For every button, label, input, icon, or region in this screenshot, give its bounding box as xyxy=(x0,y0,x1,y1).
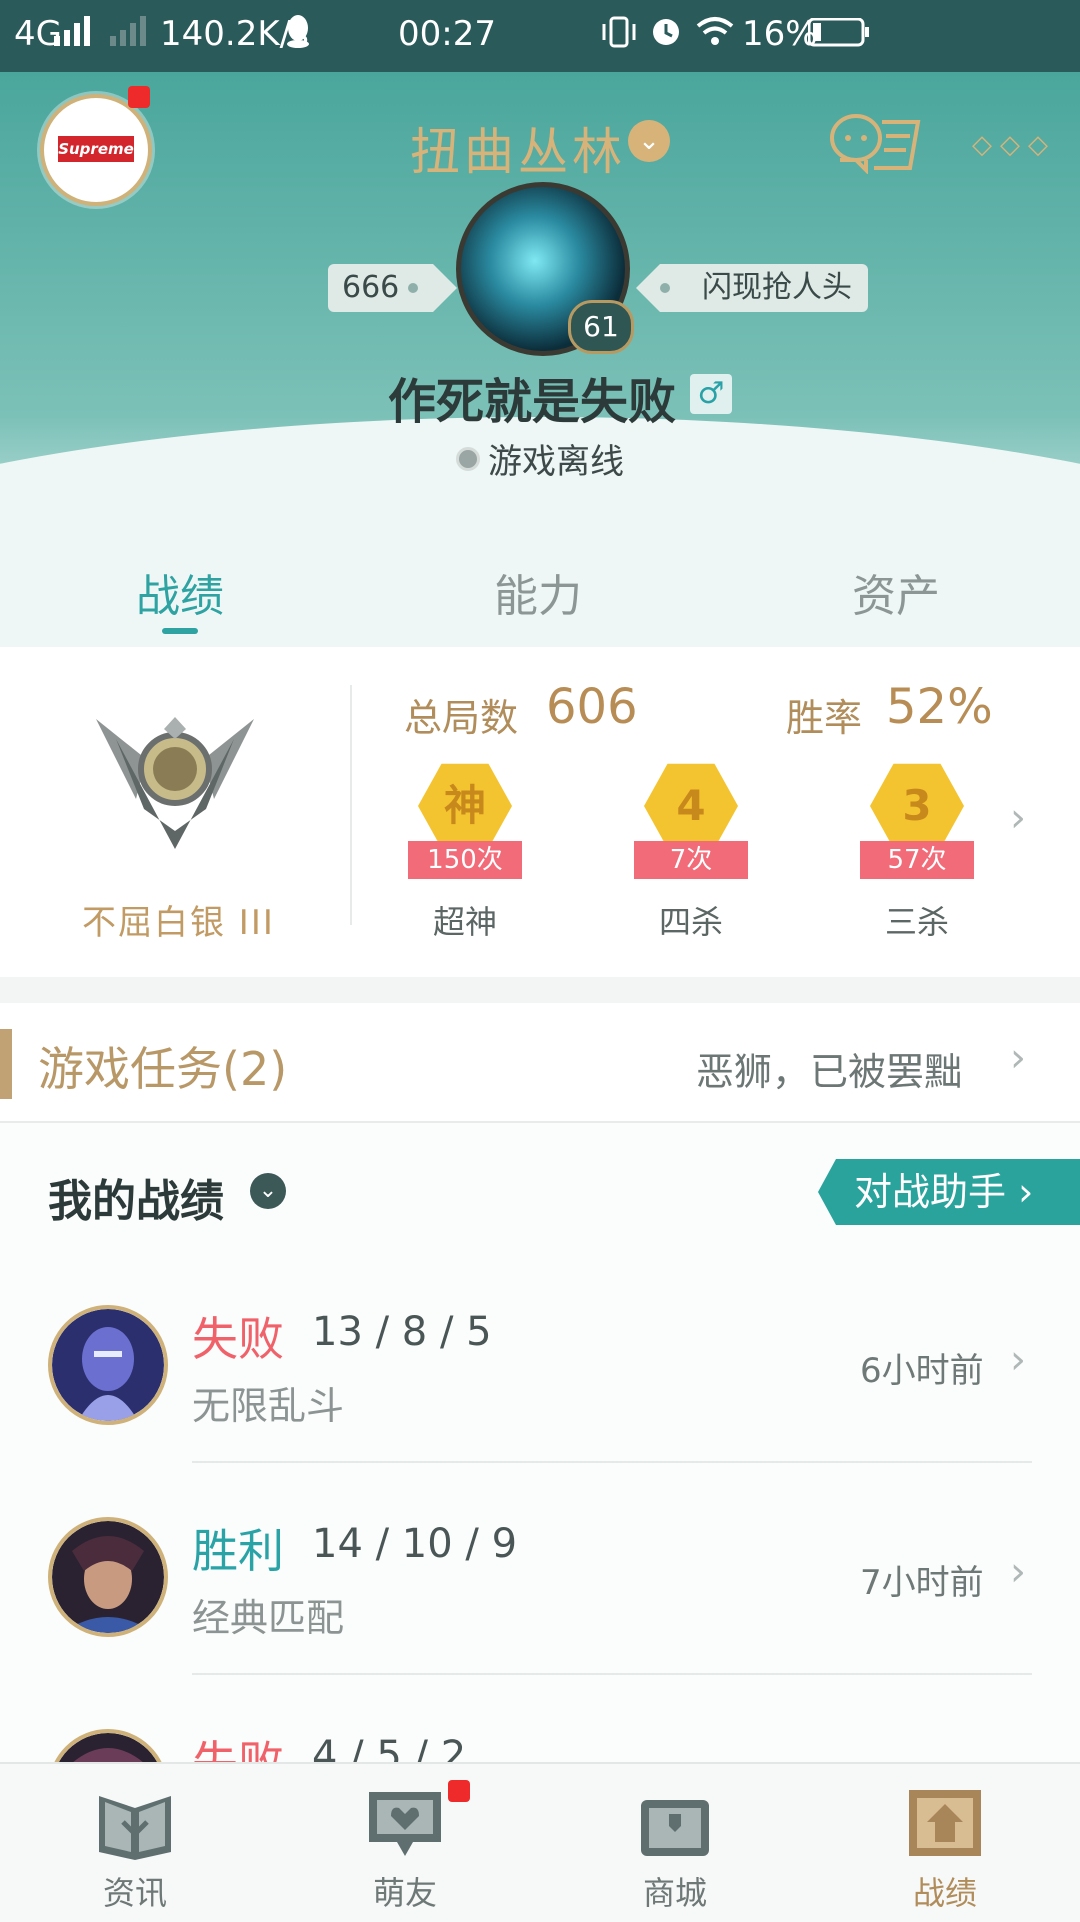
nav-news-label: 资讯 xyxy=(102,1874,167,1912)
stats-card[interactable]: 不屈白银 III 总局数 606 胜率 52% 神 150次 超神 4 7次 四… xyxy=(0,647,1080,977)
right-tag: 闪现抢人头 xyxy=(636,264,868,312)
achievement-count: 57次 xyxy=(860,841,974,879)
hero-avatar-icon xyxy=(48,1305,168,1425)
nav-records[interactable]: 战绩 xyxy=(810,1764,1080,1922)
active-tab-indicator xyxy=(162,628,198,634)
winrate-value: 52% xyxy=(886,679,993,735)
total-games-value: 606 xyxy=(546,679,638,735)
nav-store-label: 商城 xyxy=(642,1874,707,1912)
match-result: 胜利 xyxy=(192,1524,284,1578)
player-name: 作死就是失败 xyxy=(388,374,677,430)
achievement-count: 150次 xyxy=(408,841,522,879)
winrate-label: 胜率 xyxy=(786,696,863,740)
game-tasks-title: 游戏任务(2) xyxy=(38,1042,288,1096)
right-tag-dot xyxy=(660,283,670,293)
game-tasks-summary: 恶狮，已被罢黜 xyxy=(696,1050,963,1094)
nav-friends[interactable]: 萌友 xyxy=(270,1764,540,1922)
match-time: 6小时前 xyxy=(860,1351,984,1391)
left-tag-dot xyxy=(408,283,418,293)
achievement-quadra: 4 7次 四杀 xyxy=(616,759,766,949)
match-row[interactable]: 胜利 14 / 10 / 9 经典匹配 7小时前 › xyxy=(0,1465,1080,1675)
profile-tabs: 战绩 能力 资产 xyxy=(0,540,1080,645)
qq-icon xyxy=(287,15,309,48)
right-tag-text: 闪现抢人头 xyxy=(702,270,852,305)
match-mode: 经典匹配 xyxy=(192,1596,345,1640)
match-kda: 14 / 10 / 9 xyxy=(312,1521,518,1567)
match-chevron-right-icon: › xyxy=(1010,1337,1026,1383)
left-tag-text: 666 xyxy=(342,270,400,305)
nav-store[interactable]: 商城 xyxy=(540,1764,810,1922)
game-tasks-row[interactable]: 游戏任务(2) 恶狮，已被罢黜 › xyxy=(0,1003,1080,1123)
user-avatar[interactable]: Supreme xyxy=(40,94,152,206)
match-list: 失败 13 / 8 / 5 无限乱斗 6小时前 › 胜利 14 / 10 / 9… xyxy=(0,1253,1080,1763)
avatar-brand-text: Supreme xyxy=(58,136,134,162)
match-row[interactable]: 失败 13 / 8 / 5 无限乱斗 6小时前 › xyxy=(0,1253,1080,1463)
battle-assistant-button[interactable]: 对战助手 › xyxy=(818,1159,1080,1225)
godlike-badge-icon: 神 xyxy=(418,763,512,849)
tasks-chevron-right-icon: › xyxy=(1010,1035,1026,1081)
server-name[interactable]: 扭曲丛林 xyxy=(410,112,626,184)
match-mode: 无限乱斗 xyxy=(192,1384,345,1428)
stats-divider xyxy=(350,685,352,925)
nav-records-label: 战绩 xyxy=(912,1874,977,1912)
achievements-chevron-right-icon[interactable]: › xyxy=(1010,795,1026,841)
signal-2-icon xyxy=(110,16,146,46)
rank-name: 不屈白银 III xyxy=(82,903,275,943)
status-bar: 4G 140.2K/s 00:27 16% xyxy=(0,0,1080,72)
wifi-icon xyxy=(696,17,734,45)
my-records-header: 我的战绩 ⌄ 对战助手 › xyxy=(0,1123,1080,1253)
chat-message-icon[interactable] xyxy=(826,110,922,174)
hero-avatar-icon xyxy=(48,1517,168,1637)
total-games-label: 总局数 xyxy=(404,696,519,740)
match-kda: 13 / 8 / 5 xyxy=(312,1309,492,1355)
match-chevron-right-icon: › xyxy=(1010,1549,1026,1595)
nav-news[interactable]: 资讯 xyxy=(0,1764,270,1922)
match-kda: 4 / 5 / 2 xyxy=(312,1733,467,1763)
task-accent-bar xyxy=(0,1029,12,1099)
tab-ability[interactable]: 能力 xyxy=(494,560,582,624)
achievement-label: 超神 xyxy=(432,903,497,941)
signal-icon xyxy=(54,16,90,46)
achievement-label: 三杀 xyxy=(884,903,949,941)
friends-chat-heart-icon xyxy=(369,1792,441,1856)
row-separator xyxy=(192,1461,1032,1463)
offline-status-icon xyxy=(456,447,480,471)
avatar-notification-dot xyxy=(128,86,150,108)
achievement-count: 7次 xyxy=(634,841,748,879)
vibrate-icon xyxy=(602,16,636,48)
quadra-kill-badge-icon: 4 xyxy=(644,763,738,849)
bottom-navigation: 资讯 萌友 商城 战绩 xyxy=(0,1762,1080,1922)
records-shield-icon xyxy=(909,1790,981,1856)
male-gender-icon: ♂ xyxy=(690,374,732,414)
battery-level: 16% xyxy=(742,14,818,54)
achievement-triple: 3 57次 三杀 xyxy=(842,759,992,949)
tab-record[interactable]: 战绩 xyxy=(136,560,224,624)
battery-icon xyxy=(808,18,869,47)
match-result: 失败 xyxy=(192,1736,284,1763)
server-chevron-down-icon[interactable]: ⌄ xyxy=(628,120,670,162)
clock: 00:27 xyxy=(398,14,496,54)
online-status: 游戏离线 xyxy=(488,442,624,482)
nav-friends-label: 萌友 xyxy=(372,1874,437,1912)
match-result: 失败 xyxy=(192,1312,284,1366)
rank-emblem-icon xyxy=(96,717,254,849)
achievement-label: 四杀 xyxy=(658,903,723,941)
tab-assets[interactable]: 资产 xyxy=(852,560,940,624)
triple-kill-badge-icon: 3 xyxy=(870,763,964,849)
my-records-title[interactable]: 我的战绩 xyxy=(48,1165,224,1229)
achievement-godlike: 神 150次 超神 xyxy=(390,759,540,949)
store-chest-icon xyxy=(641,1800,709,1856)
row-separator xyxy=(192,1673,1032,1675)
news-book-icon xyxy=(99,1796,171,1860)
match-row[interactable]: 失败 4 / 5 / 2 xyxy=(0,1677,1080,1763)
friends-notification-dot xyxy=(448,1780,470,1802)
hero-avatar-icon xyxy=(48,1729,168,1763)
match-time: 7小时前 xyxy=(860,1563,984,1603)
records-chevron-down-icon[interactable]: ⌄ xyxy=(250,1173,286,1209)
level-badge: 61 xyxy=(568,300,634,354)
more-options-icon[interactable]: ◇◇◇ xyxy=(972,130,1056,160)
alarm-icon xyxy=(653,19,679,45)
